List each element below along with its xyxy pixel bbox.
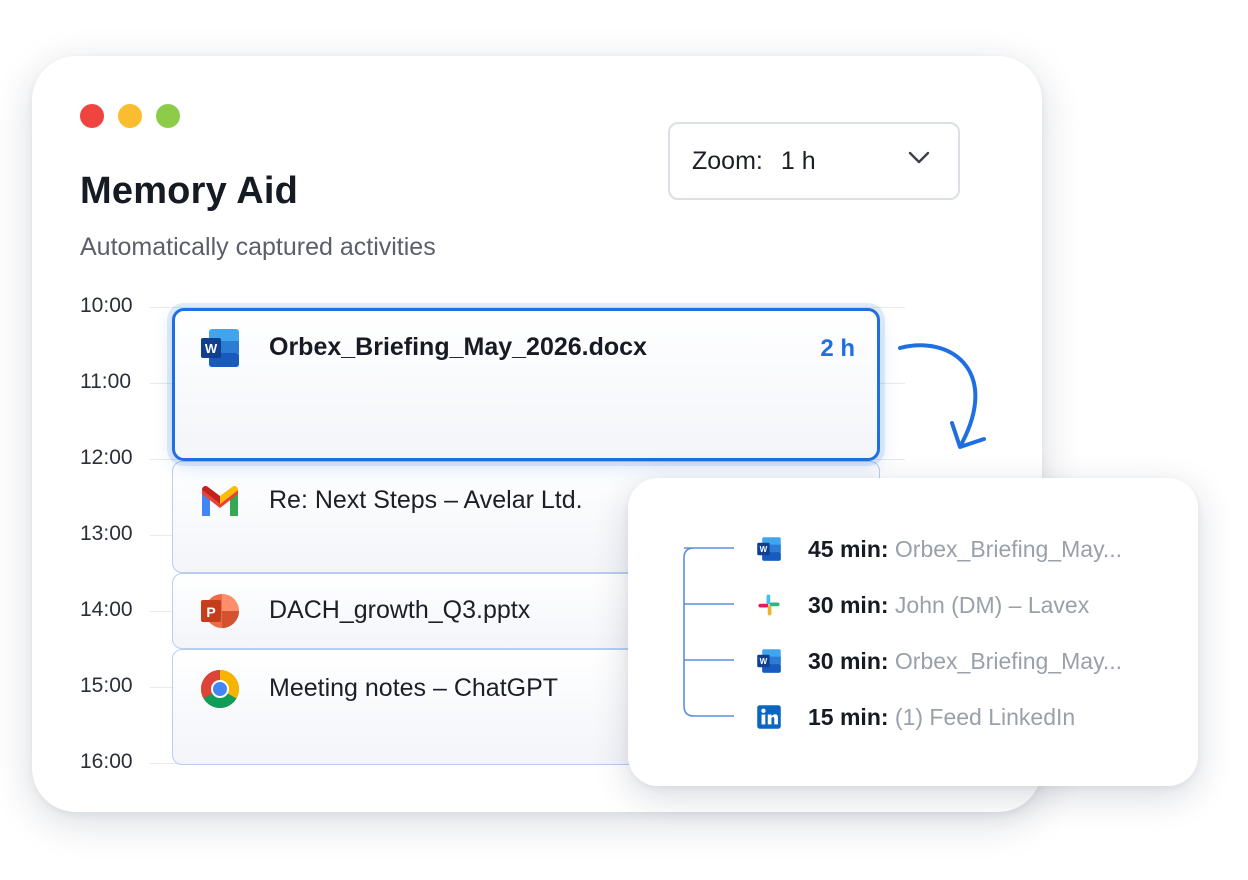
- chrome-icon: [201, 670, 239, 708]
- svg-text:W: W: [760, 545, 768, 554]
- breakdown-item[interactable]: W 30 min: Orbex_Briefing_May...: [756, 646, 1122, 676]
- breakdown-name: Orbex_Briefing_May...: [894, 647, 1123, 674]
- breakdown-item[interactable]: 30 min: John (DM) – Lavex: [756, 590, 1089, 620]
- word-icon: W: [757, 537, 781, 561]
- time-label: 15:00: [80, 674, 133, 697]
- time-label: 14:00: [80, 598, 133, 621]
- time-label: 13:00: [80, 522, 133, 545]
- breakdown-name: Orbex_Briefing_May...: [894, 535, 1123, 562]
- activity-title: Orbex_Briefing_May_2026.docx: [269, 333, 647, 361]
- word-icon: W: [757, 649, 781, 673]
- zoom-value: 1 h: [780, 146, 816, 175]
- time-label: 12:00: [80, 446, 133, 469]
- breakdown-item[interactable]: 15 min: (1) Feed LinkedIn: [756, 702, 1075, 732]
- activity-title: Re: Next Steps – Avelar Ltd.: [269, 486, 583, 514]
- activity-title: DACH_growth_Q3.pptx: [269, 596, 531, 624]
- activity-card-document-selected[interactable]: W Orbex_Briefing_May_2026.docx 2 h: [172, 308, 880, 461]
- time-label: 16:00: [80, 750, 133, 773]
- linkedin-icon: [757, 705, 781, 729]
- chevron-down-icon: [908, 151, 930, 164]
- page-title: Memory Aid: [80, 170, 299, 212]
- breakdown-duration: 30 min:: [808, 647, 889, 674]
- breakdown-name: (1) Feed LinkedIn: [894, 703, 1076, 730]
- activity-duration: 2 h: [820, 335, 855, 362]
- tree-connector: [683, 547, 734, 717]
- curved-arrow-icon: [898, 343, 986, 449]
- activity-title: Meeting notes – ChatGPT: [269, 674, 559, 702]
- svg-text:W: W: [760, 657, 768, 666]
- maximize-window-button[interactable]: [156, 104, 180, 128]
- word-icon: W: [201, 329, 239, 367]
- close-window-button[interactable]: [80, 104, 104, 128]
- zoom-select[interactable]: Zoom: 1 h: [668, 122, 960, 200]
- breakdown-duration: 30 min:: [808, 591, 889, 618]
- time-label: 10:00: [80, 294, 133, 317]
- breakdown-duration: 45 min:: [808, 535, 889, 562]
- breakdown-duration: 15 min:: [808, 703, 889, 730]
- breakdown-name: John (DM) – Lavex: [894, 591, 1090, 618]
- svg-text:P: P: [206, 604, 215, 620]
- breakdown-item[interactable]: W 45 min: Orbex_Briefing_May...: [756, 534, 1122, 564]
- minimize-window-button[interactable]: [118, 104, 142, 128]
- slack-icon: [758, 594, 780, 616]
- page-subtitle: Automatically captured activities: [80, 233, 436, 261]
- zoom-label: Zoom:: [692, 146, 763, 175]
- powerpoint-icon: P: [201, 594, 239, 628]
- gmail-icon: [202, 486, 238, 516]
- svg-text:W: W: [205, 341, 218, 356]
- time-label: 11:00: [80, 370, 131, 393]
